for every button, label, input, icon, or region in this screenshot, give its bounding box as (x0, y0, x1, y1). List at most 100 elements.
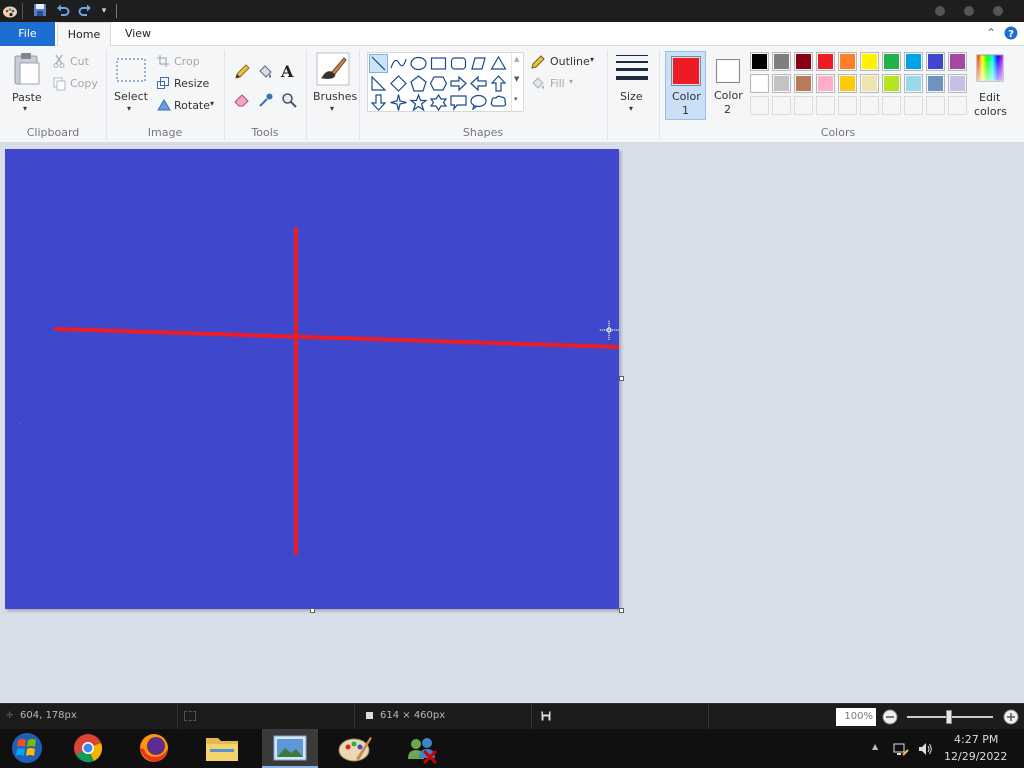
resize-handle-right[interactable] (619, 376, 624, 381)
brushes-label[interactable]: Brushes (313, 90, 357, 103)
palette-swatch[interactable] (926, 74, 945, 93)
rounded-rectangle-shape-icon[interactable] (449, 54, 468, 73)
edit-colors-label[interactable]: Edit (979, 91, 1000, 104)
chrome-icon[interactable] (60, 729, 116, 768)
palette-swatch[interactable] (948, 52, 967, 71)
paste-chevron-down-icon[interactable]: ▾ (23, 104, 27, 113)
redo-icon[interactable] (77, 3, 93, 19)
resize-button[interactable]: Resize (174, 77, 209, 90)
palette-custom-slot[interactable] (904, 96, 923, 115)
left-arrow-shape-icon[interactable] (469, 74, 488, 93)
paint-palette-icon[interactable] (2, 3, 18, 19)
palette-swatch[interactable] (838, 74, 857, 93)
rectangular-callout-shape-icon[interactable] (449, 93, 468, 112)
curve-shape-icon[interactable] (389, 54, 408, 73)
network-people-icon[interactable] (394, 729, 450, 768)
palette-custom-slot[interactable] (750, 96, 769, 115)
cloud-callout-shape-icon[interactable] (489, 93, 508, 112)
drawing-canvas[interactable] (5, 149, 619, 609)
color-picker-icon[interactable] (258, 92, 274, 111)
minimize-button[interactable] (935, 6, 945, 16)
right-arrow-shape-icon[interactable] (449, 74, 468, 93)
minimize-ribbon-icon[interactable]: ⌃ (984, 26, 998, 40)
palette-swatch[interactable] (948, 74, 967, 93)
paint-taskbar-icon[interactable] (326, 729, 382, 768)
hexagon-shape-icon[interactable] (429, 74, 448, 93)
palette-swatch[interactable] (882, 52, 901, 71)
color2-selector[interactable]: Color 2 (708, 51, 748, 120)
magnifier-icon[interactable] (281, 92, 297, 111)
palette-swatch[interactable] (750, 74, 769, 93)
show-hidden-icons-chevron-up-icon[interactable]: ▲ (872, 742, 878, 751)
down-arrow-shape-icon[interactable] (369, 93, 388, 112)
palette-swatch[interactable] (772, 52, 791, 71)
maximize-button[interactable] (964, 6, 974, 16)
eraser-icon[interactable] (234, 93, 250, 110)
palette-swatch[interactable] (816, 52, 835, 71)
crop-button[interactable]: Crop (174, 55, 200, 68)
paste-label[interactable]: Paste (12, 91, 42, 104)
oval-shape-icon[interactable] (409, 54, 428, 73)
network-icon[interactable] (893, 741, 909, 760)
text-tool-icon[interactable]: A (281, 62, 293, 81)
polygon-shape-icon[interactable] (469, 54, 488, 73)
firefox-icon[interactable] (126, 729, 182, 768)
up-arrow-shape-icon[interactable] (489, 74, 508, 93)
fill-button[interactable]: Fill (550, 77, 565, 90)
cut-button[interactable]: Cut (70, 55, 89, 68)
palette-custom-slot[interactable] (794, 96, 813, 115)
pentagon-shape-icon[interactable] (409, 74, 428, 93)
select-label[interactable]: Select (114, 90, 148, 103)
select-icon[interactable] (116, 58, 146, 85)
start-button[interactable] (0, 729, 56, 768)
six-point-star-shape-icon[interactable] (429, 93, 448, 112)
color1-selector[interactable]: Color 1 (665, 51, 706, 120)
customize-quick-access-chevron-down-icon[interactable]: ▾ (96, 3, 112, 19)
zoom-out-button[interactable] (882, 709, 898, 728)
palette-swatch[interactable] (926, 52, 945, 71)
undo-icon[interactable] (55, 3, 71, 19)
palette-custom-slot[interactable] (926, 96, 945, 115)
brushes-icon[interactable] (316, 52, 350, 89)
size-chevron-down-icon[interactable]: ▾ (629, 104, 633, 113)
palette-swatch[interactable] (860, 52, 879, 71)
zoom-slider-thumb[interactable] (946, 710, 952, 724)
diamond-shape-icon[interactable] (389, 74, 408, 93)
palette-swatch[interactable] (772, 74, 791, 93)
palette-custom-slot[interactable] (948, 96, 967, 115)
help-icon[interactable]: ? (1004, 26, 1018, 40)
oval-callout-shape-icon[interactable] (469, 93, 488, 112)
select-chevron-down-icon[interactable]: ▾ (127, 104, 131, 113)
line-size-icon[interactable] (616, 54, 648, 85)
tab-home[interactable]: Home (57, 22, 111, 47)
rotate-button[interactable]: Rotate (174, 99, 210, 112)
right-triangle-shape-icon[interactable] (369, 74, 388, 93)
resize-handle-corner[interactable] (619, 608, 624, 613)
line-shape-icon[interactable] (369, 54, 388, 73)
four-point-star-shape-icon[interactable] (389, 93, 408, 112)
edit-colors-icon[interactable] (976, 54, 1004, 85)
palette-swatch[interactable] (750, 52, 769, 71)
save-icon[interactable] (32, 3, 48, 19)
palette-swatch[interactable] (794, 74, 813, 93)
outline-button[interactable]: Outline (550, 55, 590, 68)
resize-handle-bottom[interactable] (310, 608, 315, 613)
palette-custom-slot[interactable] (860, 96, 879, 115)
brushes-chevron-down-icon[interactable]: ▾ (330, 104, 334, 113)
tab-file[interactable]: File (0, 22, 55, 46)
palette-swatch[interactable] (860, 74, 879, 93)
palette-swatch[interactable] (816, 74, 835, 93)
fill-chevron-down-icon[interactable]: ▾ (569, 77, 573, 86)
size-label[interactable]: Size (620, 90, 643, 103)
file-explorer-icon[interactable] (194, 729, 250, 768)
edit-colors-label-2[interactable]: colors (974, 105, 1007, 118)
shapes-scrollbar[interactable]: ▲ ▼ ▾ (511, 53, 524, 111)
close-button[interactable] (993, 6, 1003, 16)
palette-swatch[interactable] (794, 52, 813, 71)
rotate-chevron-down-icon[interactable]: ▾ (210, 99, 214, 108)
copy-button[interactable]: Copy (70, 77, 98, 90)
palette-custom-slot[interactable] (816, 96, 835, 115)
palette-swatch[interactable] (838, 52, 857, 71)
palette-custom-slot[interactable] (772, 96, 791, 115)
paste-icon[interactable] (12, 52, 42, 89)
